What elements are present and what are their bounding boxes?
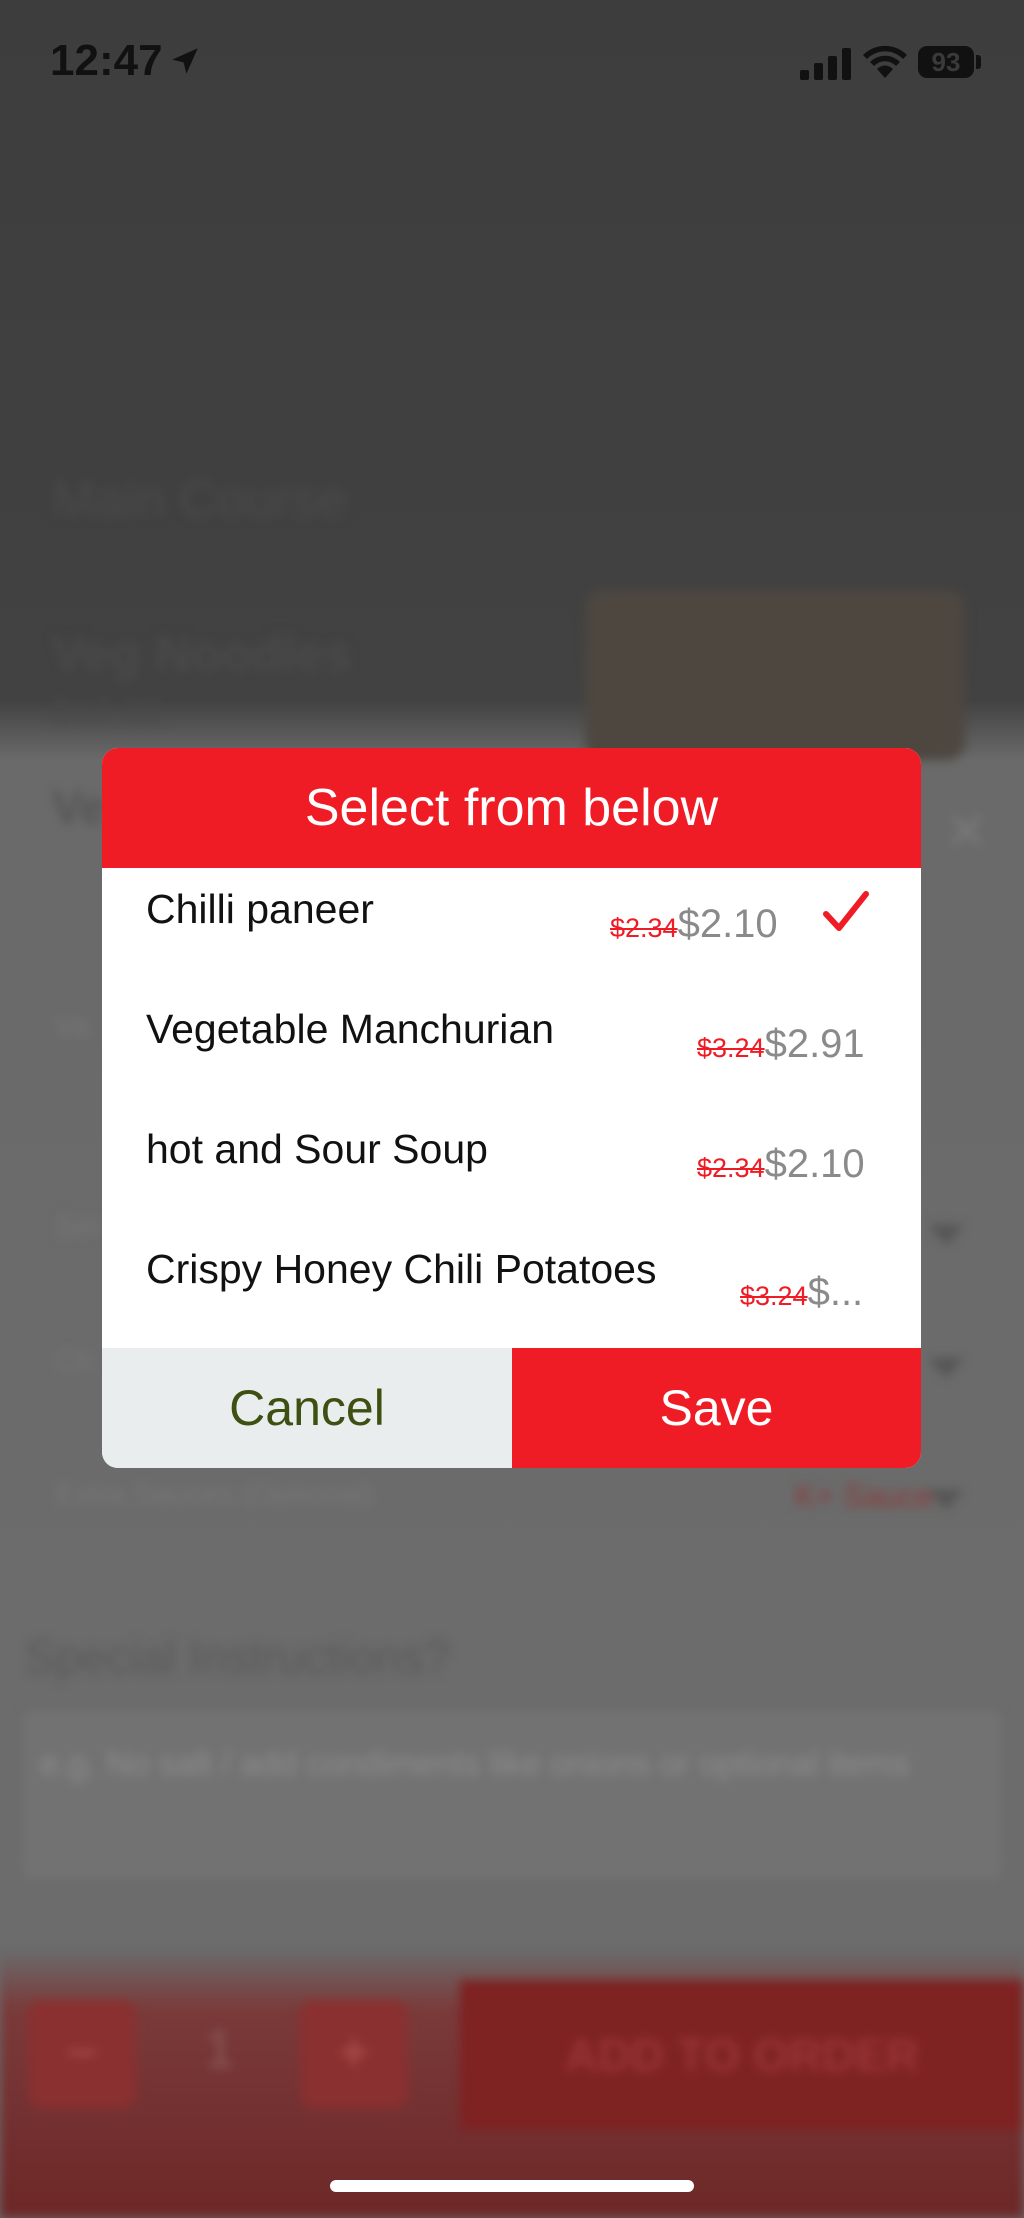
- item-price: $12.32: [52, 690, 163, 731]
- quantity-value: 1: [205, 2021, 234, 2079]
- option-price: $3.24$...: [740, 1270, 863, 1315]
- new-price: $2.10: [764, 1142, 865, 1186]
- option-price: $2.34$2.10: [697, 1142, 865, 1187]
- special-instructions-title: Special Instructions?: [25, 1631, 450, 1683]
- item-image: [585, 590, 965, 760]
- chevron-down-icon[interactable]: [928, 1225, 964, 1245]
- list-item[interactable]: Crispy Honey Chili Potatoes $3.24$...: [102, 1228, 921, 1348]
- old-price: $2.34: [610, 913, 678, 943]
- status-time: 12:47: [50, 36, 163, 85]
- option-name: Chilli paneer: [146, 886, 374, 932]
- extra-sauces-label: Extra Sauces (Optional): [55, 1478, 374, 1511]
- option-row-label: Ch: [55, 1345, 94, 1378]
- old-price: $3.24: [740, 1281, 808, 1311]
- item-title: Veg Noodles: [52, 626, 353, 682]
- new-price: $2.91: [764, 1022, 865, 1066]
- battery-icon: 93: [918, 46, 974, 78]
- modal-title: Select from below: [102, 748, 921, 868]
- option-name: Crispy Honey Chili Potatoes: [146, 1246, 657, 1292]
- option-name: Vegetable Manchurian: [146, 1006, 555, 1052]
- sheet-title: Ve: [52, 781, 106, 833]
- old-price: $2.34: [697, 1153, 765, 1183]
- location-arrow-icon: [172, 48, 198, 74]
- save-button[interactable]: Save: [512, 1348, 921, 1468]
- close-icon[interactable]: ✕: [944, 800, 989, 863]
- chevron-down-icon[interactable]: [928, 1358, 964, 1378]
- add-to-order-button[interactable]: ADD TO ORDER: [460, 1980, 1024, 2130]
- option-price: $2.34$2.10: [610, 902, 778, 947]
- list-item[interactable]: hot and Sour Soup $2.34$2.10: [102, 1108, 921, 1228]
- chevron-down-icon[interactable]: [928, 1490, 964, 1510]
- cancel-button[interactable]: Cancel: [102, 1348, 512, 1468]
- list-item[interactable]: Vegetable Manchurian $3.24$2.91: [102, 988, 921, 1108]
- home-indicator[interactable]: [330, 2180, 694, 2192]
- status-bar: 12:47 93: [0, 0, 1024, 125]
- wifi-icon: [863, 45, 907, 78]
- select-modal: Select from below Chilli paneer $2.34$2.…: [102, 748, 921, 1468]
- special-instructions-placeholder: e.g. No salt / add condiments like onion…: [40, 1745, 910, 1783]
- option-row-label: Sel: [55, 1210, 99, 1243]
- old-price: $3.24: [697, 1033, 765, 1063]
- decrease-quantity-button[interactable]: −: [28, 2000, 136, 2108]
- option-name: hot and Sour Soup: [146, 1126, 488, 1172]
- battery-cap: [976, 55, 981, 69]
- section-title: Main Course: [52, 471, 347, 529]
- checkmark-icon: [823, 891, 869, 931]
- special-instructions-input[interactable]: [22, 1710, 1002, 1880]
- cellular-signal-icon: [800, 48, 851, 80]
- increase-quantity-button[interactable]: +: [300, 2000, 408, 2108]
- list-item[interactable]: Chilli paneer $2.34$2.10: [102, 868, 921, 988]
- new-price: $2.10: [677, 902, 778, 946]
- extra-sauces-value[interactable]: K+ Sauce: [794, 1478, 934, 1515]
- new-price: $...: [807, 1270, 864, 1314]
- modal-footer: Cancel Save: [102, 1348, 921, 1468]
- option-price: $3.24$2.91: [697, 1022, 865, 1067]
- option-row-label: Va: [55, 1010, 90, 1043]
